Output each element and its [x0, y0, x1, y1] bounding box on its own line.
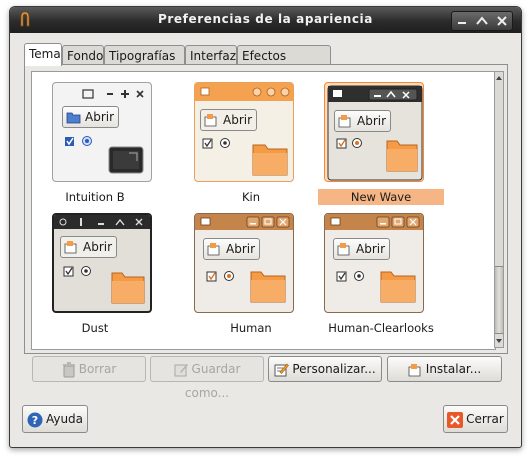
theme-item-intuition-b[interactable]: Abrir Intuition B [32, 82, 158, 206]
theme-item-new-wave[interactable]: Abrir New Wave [318, 82, 444, 206]
window-preview-icon [195, 83, 293, 176]
close-icon [497, 16, 507, 26]
theme-preview: Abrir [194, 82, 294, 182]
preview-open-label: Abrir [83, 240, 113, 254]
folder-open-icon [408, 363, 421, 376]
edit-icon [174, 364, 188, 377]
window-title: Preferencias de la apariencia [158, 12, 373, 26]
theme-name: Dust [81, 321, 109, 335]
close-window-button[interactable] [492, 12, 512, 30]
help-button[interactable]: ? Ayuda [22, 405, 88, 433]
theme-preview: Abrir [324, 82, 424, 182]
delete-theme-label: Borrar [78, 362, 117, 376]
help-icon: ? [27, 412, 43, 427]
window-preview-icon [65, 89, 144, 174]
close-label: Cerrar [466, 412, 504, 426]
preview-open-label: Abrir [226, 242, 256, 256]
theme-name: Human-Clearlooks [328, 321, 434, 335]
preview-open-label: Abrir [223, 113, 253, 127]
theme-item-kin[interactable]: Abrir Kin [188, 82, 314, 206]
window-preview-icon [54, 215, 150, 304]
tab-tema[interactable]: Tema [24, 43, 62, 66]
tab-interfaz[interactable]: Interfaz [185, 45, 237, 65]
folder-open-icon [64, 241, 77, 254]
folder-open-icon [207, 243, 220, 256]
close-dialog-icon [447, 411, 464, 428]
maximize-button[interactable] [472, 12, 492, 30]
preview-open-button: Abrir [200, 109, 258, 131]
install-theme-label: Instalar... [425, 362, 482, 376]
theme-name: Kin [241, 190, 261, 204]
scroll-up-icon[interactable] [495, 74, 503, 82]
tab-fondo[interactable]: Fondo [62, 45, 104, 65]
help-label: Ayuda [45, 412, 84, 426]
theme-item-dust[interactable]: Abrir Dust [32, 213, 158, 337]
theme-list-scrollbar[interactable] [494, 71, 504, 348]
preview-open-button: Abrir [333, 238, 391, 260]
delete-theme-button[interactable]: Borrar [32, 356, 146, 382]
preview-open-button: Abrir [62, 106, 120, 128]
theme-name: Human [230, 321, 272, 335]
folder-open-icon [338, 115, 351, 128]
minimize-button[interactable] [452, 12, 472, 30]
maximize-icon [476, 16, 488, 25]
svg-text:?: ? [32, 414, 38, 427]
minimize-icon [458, 22, 466, 24]
window-preview-icon [327, 85, 423, 181]
window-controls [451, 11, 513, 31]
theme-preview: Abrir [324, 213, 424, 313]
theme-preview: Abrir [52, 213, 152, 313]
theme-preview: Abrir [194, 213, 294, 313]
customize-theme-button[interactable]: Personalizar... [268, 356, 382, 382]
trash-icon [62, 361, 75, 377]
appearance-preferences-window: Preferencias de la apariencia Tema Fondo… [9, 6, 522, 448]
preview-open-button: Abrir [203, 238, 261, 260]
save-theme-as-label: Guardar como... [184, 362, 241, 400]
theme-item-human-clearlooks[interactable]: Abrir Human-Clearlooks [318, 213, 444, 337]
folder-open-icon [66, 112, 81, 124]
customize-icon [274, 363, 290, 377]
scrollbar-thumb[interactable] [495, 266, 503, 334]
preview-open-label: Abrir [356, 242, 386, 256]
preview-open-label: Abrir [357, 114, 387, 128]
tab-tipografias[interactable]: Tipografías [104, 45, 185, 65]
title-bar[interactable]: Preferencias de la apariencia [10, 7, 521, 33]
save-theme-as-button[interactable]: Guardar como... [150, 356, 264, 400]
theme-preview: Abrir [52, 82, 152, 182]
window-preview-icon [325, 214, 423, 303]
tab-efectos-visuales[interactable]: Efectos visuales [237, 45, 331, 83]
customize-theme-label: Personalizar... [292, 362, 376, 376]
install-theme-button[interactable]: Instalar... [387, 356, 502, 382]
preview-open-label: Abrir [85, 110, 115, 124]
scroll-down-icon[interactable] [495, 337, 503, 345]
tab-panel-tema: Abrir Intuition B Abrir Kin Abrir New Wa… [24, 64, 508, 354]
theme-name: New Wave [318, 189, 444, 205]
preview-open-button: Abrir [60, 236, 118, 258]
folder-open-icon [337, 243, 350, 256]
theme-list[interactable]: Abrir Intuition B Abrir Kin Abrir New Wa… [31, 71, 496, 350]
window-preview-icon [195, 214, 293, 303]
theme-item-human[interactable]: Abrir Human [188, 213, 314, 337]
close-button[interactable]: Cerrar [443, 405, 508, 433]
theme-name: Intuition B [65, 190, 125, 204]
preview-open-button: Abrir [334, 110, 392, 132]
folder-open-icon [204, 114, 217, 127]
